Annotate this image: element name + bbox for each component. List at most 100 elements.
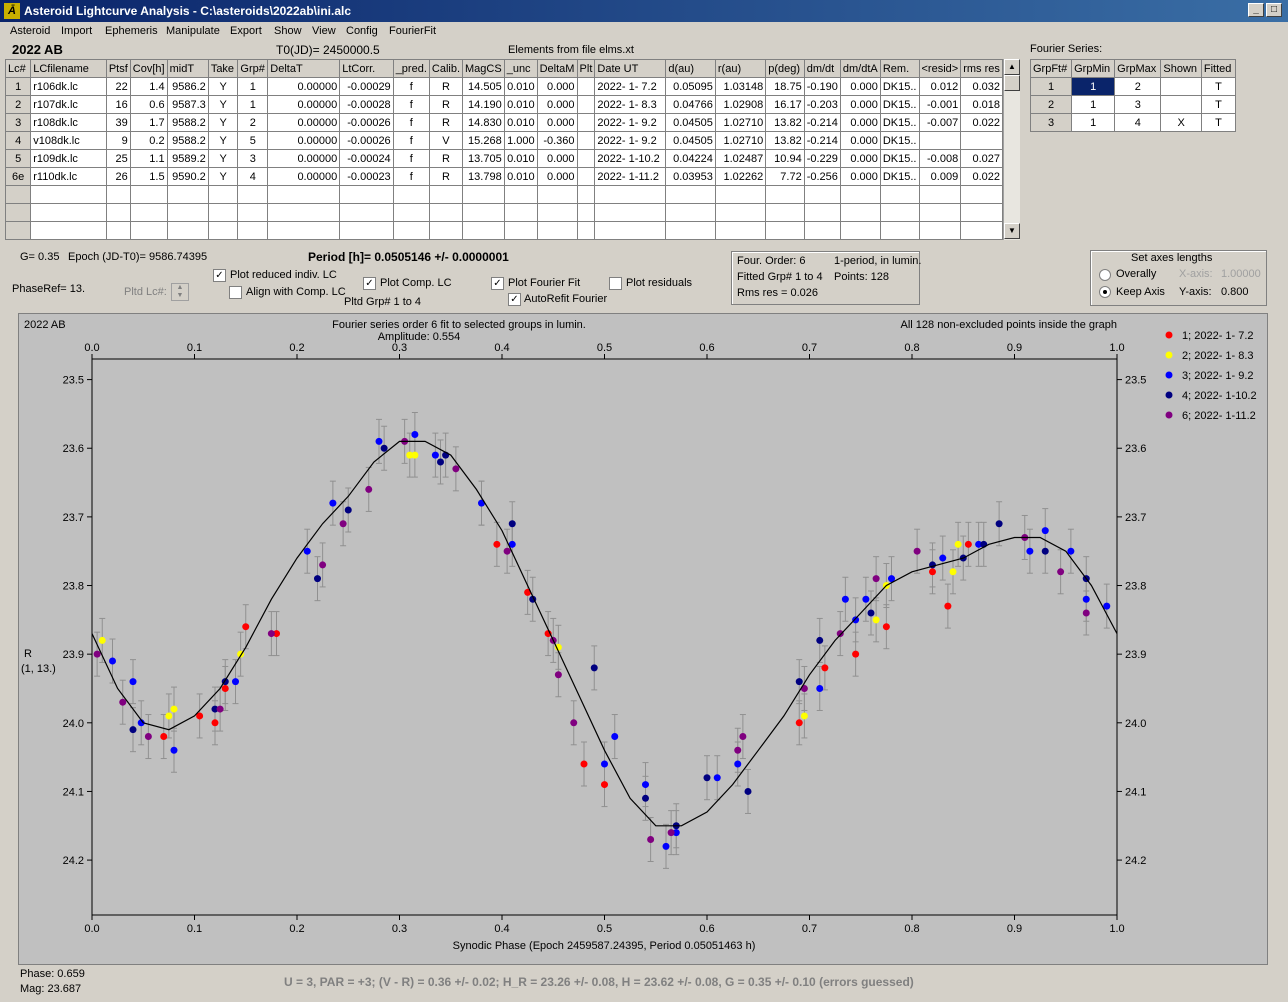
table-cell[interactable]: 26 xyxy=(105,167,131,186)
table-cell[interactable]: 1.4 xyxy=(129,77,168,96)
table-cell[interactable]: -0.00029 xyxy=(339,77,394,96)
table-row[interactable]: 5 r109dk.lc 25 1.1 9589.2 Y 3 0.00000 -0.00024 f R… xyxy=(4,149,1003,168)
empty-cell[interactable] xyxy=(960,221,1003,240)
lc-col-header[interactable]: Take xyxy=(207,59,239,78)
table-cell[interactable]: 1.02487 xyxy=(714,149,767,168)
lc-col-header[interactable]: _unc xyxy=(503,59,538,78)
table-cell[interactable]: r106dk.lc xyxy=(30,77,107,96)
empty-cell[interactable] xyxy=(4,203,32,222)
table-cell[interactable]: r107dk.lc xyxy=(30,95,107,114)
table-cell[interactable]: R xyxy=(428,77,464,96)
menu-export[interactable]: Export xyxy=(230,25,262,37)
empty-cell[interactable] xyxy=(714,203,767,222)
plot-reduced-checkbox[interactable]: ✓ xyxy=(213,269,226,282)
table-cell[interactable]: 39 xyxy=(105,113,131,132)
table-cell[interactable]: -0.214 xyxy=(803,131,841,150)
empty-cell[interactable] xyxy=(503,203,538,222)
lc-col-header[interactable]: p(deg) xyxy=(765,59,805,78)
empty-cell[interactable] xyxy=(428,185,464,204)
table-cell[interactable]: 0.027 xyxy=(960,149,1003,168)
table-cell[interactable]: 3 xyxy=(1114,95,1162,114)
table-cell[interactable]: 2022- 1- 9.2 xyxy=(594,131,667,150)
lc-col-header[interactable]: d(au) xyxy=(665,59,716,78)
table-cell[interactable] xyxy=(576,149,596,168)
empty-cell[interactable] xyxy=(576,221,596,240)
empty-cell[interactable] xyxy=(536,185,578,204)
keep-axis-radio[interactable] xyxy=(1099,286,1111,298)
table-cell[interactable]: 3 xyxy=(237,149,269,168)
pltd-lc-spinner[interactable]: ▲ ▼ xyxy=(171,283,189,301)
empty-cell[interactable] xyxy=(392,221,430,240)
overally-radio[interactable] xyxy=(1099,269,1111,281)
empty-cell[interactable] xyxy=(918,203,962,222)
table-cell[interactable]: 0.022 xyxy=(960,167,1003,186)
menu-import[interactable]: Import xyxy=(61,25,92,37)
table-cell[interactable]: 2 xyxy=(4,95,32,114)
empty-cell[interactable] xyxy=(576,203,596,222)
table-cell[interactable]: 2022- 1-11.2 xyxy=(594,167,667,186)
table-cell[interactable]: 0.00000 xyxy=(267,113,341,132)
table-cell[interactable]: 13.82 xyxy=(765,131,805,150)
table-cell[interactable]: 1.02262 xyxy=(714,167,767,186)
table-cell[interactable]: f xyxy=(392,131,430,150)
lc-col-header[interactable]: Date UT xyxy=(594,59,667,78)
table-cell[interactable]: 3 xyxy=(1029,113,1073,132)
table-cell[interactable]: 0.2 xyxy=(129,131,168,150)
empty-cell[interactable] xyxy=(166,185,209,204)
table-cell[interactable] xyxy=(1160,95,1202,114)
table-row[interactable]: 2 r107dk.lc 16 0.6 9587.3 Y 1 0.00000 -0.00028 f R… xyxy=(4,95,1003,114)
table-cell[interactable]: 0.000 xyxy=(839,95,881,114)
autorefit-checkbox[interactable]: ✓ xyxy=(508,293,521,306)
table-cell[interactable]: f xyxy=(392,149,430,168)
table-cell[interactable]: 22 xyxy=(105,77,131,96)
lc-col-header[interactable]: _pred. xyxy=(392,59,430,78)
lc-col-header[interactable]: Plt xyxy=(576,59,596,78)
table-cell[interactable]: 4 xyxy=(237,167,269,186)
fourier-series-table[interactable]: GrpFt# GrpMin GrpMax Shown Fitted 112T213T31… xyxy=(1029,59,1237,132)
table-cell[interactable]: -0.007 xyxy=(918,113,962,132)
menu-ephemeris[interactable]: Ephemeris xyxy=(105,25,158,37)
table-cell[interactable]: DK15.. xyxy=(879,149,920,168)
table-cell[interactable]: T xyxy=(1200,113,1237,132)
table-cell[interactable]: f xyxy=(392,167,430,186)
table-cell[interactable]: 16.17 xyxy=(765,95,805,114)
table-row[interactable]: 3 r108dk.lc 39 1.7 9588.2 Y 2 0.00000 -0.00026 f R… xyxy=(4,113,1003,132)
table-cell[interactable]: R xyxy=(428,113,464,132)
empty-cell[interactable] xyxy=(536,221,578,240)
table-cell[interactable]: -0.001 xyxy=(918,95,962,114)
table-cell[interactable]: DK15.. xyxy=(879,95,920,114)
table-cell[interactable]: Y xyxy=(207,167,239,186)
table-cell[interactable]: 13.82 xyxy=(765,113,805,132)
menu-asteroid[interactable]: Asteroid xyxy=(10,25,50,37)
empty-cell[interactable] xyxy=(105,185,131,204)
table-cell[interactable]: -0.360 xyxy=(536,131,578,150)
table-row[interactable]: 6e r110dk.lc 26 1.5 9590.2 Y 4 0.00000 -0.00023 f… xyxy=(4,167,1003,186)
table-cell[interactable]: 1 xyxy=(1071,95,1116,114)
table-cell[interactable] xyxy=(1160,77,1202,96)
table-cell[interactable]: 0.000 xyxy=(839,149,881,168)
table-cell[interactable]: 4 xyxy=(1114,113,1162,132)
menu-show[interactable]: Show xyxy=(274,25,302,37)
table-cell[interactable]: 0.012 xyxy=(918,77,962,96)
table-cell[interactable]: f xyxy=(392,95,430,114)
table-cell[interactable]: 2 xyxy=(1114,77,1162,96)
empty-cell[interactable] xyxy=(339,185,394,204)
table-cell[interactable]: -0.00026 xyxy=(339,131,394,150)
lc-col-header[interactable]: Calib. xyxy=(428,59,464,78)
lc-col-header[interactable]: DeltaM xyxy=(536,59,578,78)
table-row[interactable]: 314XT xyxy=(1029,113,1237,132)
empty-cell[interactable] xyxy=(462,203,505,222)
table-cell[interactable]: -0.256 xyxy=(803,167,841,186)
empty-cell[interactable] xyxy=(918,185,962,204)
lc-col-header[interactable]: MagCS xyxy=(462,59,505,78)
empty-cell[interactable] xyxy=(4,185,32,204)
table-cell[interactable]: f xyxy=(392,113,430,132)
table-cell[interactable]: 13.705 xyxy=(462,149,505,168)
table-cell[interactable]: R xyxy=(428,167,464,186)
empty-cell[interactable] xyxy=(207,185,239,204)
empty-cell[interactable] xyxy=(665,185,716,204)
empty-cell[interactable] xyxy=(665,221,716,240)
table-cell[interactable]: v108dk.lc xyxy=(30,131,107,150)
y-axis-value[interactable]: 0.800 xyxy=(1221,286,1249,298)
lc-col-header[interactable]: midT xyxy=(166,59,209,78)
